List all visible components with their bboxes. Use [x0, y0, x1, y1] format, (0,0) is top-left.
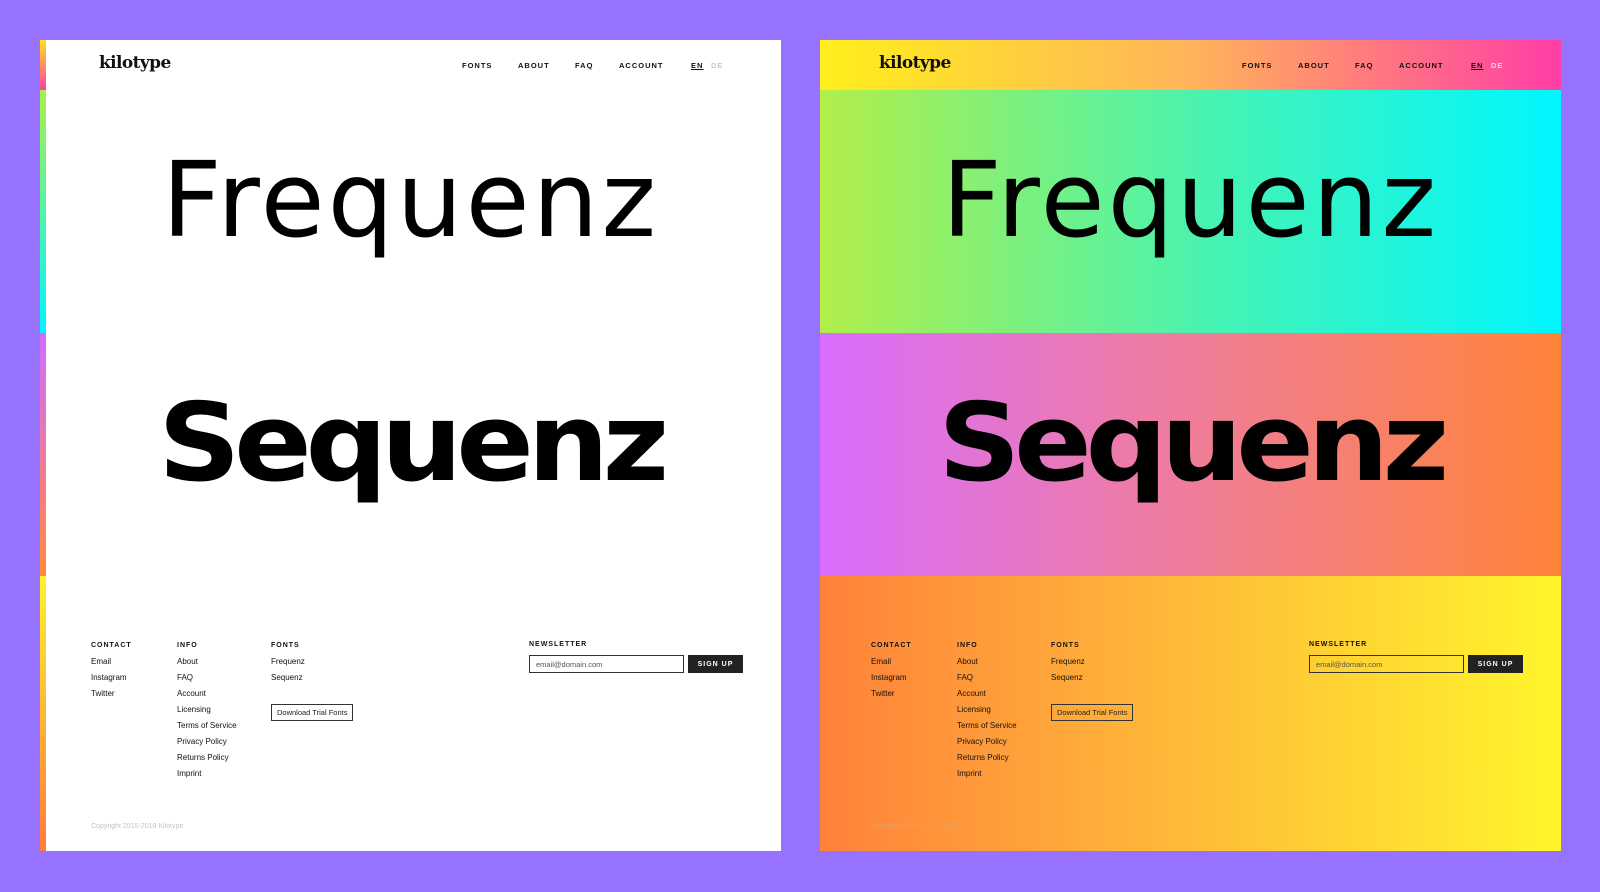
nav-fonts-link[interactable]: FONTS: [1242, 61, 1272, 70]
sequenz-specimen-text: Sequenz: [158, 381, 669, 506]
fonts-frequenz-link[interactable]: Frequenz: [1051, 657, 1085, 673]
frequenz-specimen-text: Frequenz: [161, 139, 660, 261]
info-terms-link[interactable]: Terms of Service: [957, 721, 1017, 737]
frequenz-specimen-text: Frequenz: [941, 139, 1440, 261]
nav-faq-link[interactable]: FAQ: [575, 61, 593, 70]
footer-fonts-column: FONTS Frequenz Sequenz: [1051, 642, 1085, 689]
font-specimen-frequenz[interactable]: Frequenz: [40, 90, 781, 333]
nav-fonts-link[interactable]: FONTS: [462, 61, 492, 70]
site-header: kilotype FONTS ABOUT FAQ ACCOUNT EN DE: [40, 40, 781, 90]
sequenz-specimen-text: Sequenz: [938, 381, 1449, 506]
info-terms-link[interactable]: Terms of Service: [177, 721, 237, 737]
info-faq-link[interactable]: FAQ: [957, 673, 1017, 689]
footer-info-column: INFO About FAQ Account Licensing Terms o…: [177, 642, 237, 785]
main-nav: FONTS ABOUT FAQ ACCOUNT EN DE: [40, 61, 781, 73]
font-specimen-sequenz[interactable]: Sequenz: [40, 333, 781, 576]
fonts-frequenz-link[interactable]: Frequenz: [271, 657, 305, 673]
contact-instagram-link[interactable]: Instagram: [91, 673, 132, 689]
newsletter-email-input[interactable]: [1309, 655, 1464, 673]
info-about-link[interactable]: About: [957, 657, 1017, 673]
info-returns-link[interactable]: Returns Policy: [957, 753, 1017, 769]
copyright-text: Copyright 2015-2018 Kilotype: [91, 823, 184, 830]
contact-heading: CONTACT: [871, 642, 912, 649]
nav-account-link[interactable]: ACCOUNT: [619, 61, 664, 70]
download-trial-fonts-button[interactable]: Download Trial Fonts: [1051, 704, 1134, 721]
main-nav: FONTS ABOUT FAQ ACCOUNT EN DE: [820, 61, 1561, 73]
info-returns-link[interactable]: Returns Policy: [177, 753, 237, 769]
info-licensing-link[interactable]: Licensing: [957, 705, 1017, 721]
info-privacy-link[interactable]: Privacy Policy: [957, 737, 1017, 753]
page-mockup-white: kilotype FONTS ABOUT FAQ ACCOUNT EN DE F…: [40, 40, 781, 851]
sign-up-button[interactable]: SIGN UP: [688, 655, 743, 673]
info-account-link[interactable]: Account: [177, 689, 237, 705]
fonts-heading: FONTS: [271, 642, 300, 649]
font-specimen-sequenz[interactable]: Sequenz: [820, 333, 1561, 576]
newsletter-heading: NEWSLETTER: [529, 641, 588, 648]
info-licensing-link[interactable]: Licensing: [177, 705, 237, 721]
site-header: kilotype FONTS ABOUT FAQ ACCOUNT EN DE: [820, 40, 1561, 90]
nav-about-link[interactable]: ABOUT: [518, 61, 550, 70]
footer-info-column: INFO About FAQ Account Licensing Terms o…: [957, 642, 1017, 785]
info-faq-link[interactable]: FAQ: [177, 673, 237, 689]
newsletter-form: NEWSLETTER SIGN UP: [1309, 641, 1523, 673]
footer-contact-column: CONTACT Email Instagram Twitter: [91, 642, 132, 705]
contact-heading: CONTACT: [91, 642, 132, 649]
footer-contact-column: CONTACT Email Instagram Twitter: [871, 642, 912, 705]
font-specimen-frequenz[interactable]: Frequenz: [820, 90, 1561, 333]
site-footer: CONTACT Email Instagram Twitter INFO Abo…: [820, 576, 1561, 851]
site-footer: CONTACT Email Instagram Twitter INFO Abo…: [40, 576, 781, 851]
newsletter-form: NEWSLETTER SIGN UP: [529, 641, 743, 673]
contact-twitter-link[interactable]: Twitter: [91, 689, 132, 705]
info-heading: INFO: [957, 642, 978, 649]
contact-twitter-link[interactable]: Twitter: [871, 689, 912, 705]
sign-up-button[interactable]: SIGN UP: [1468, 655, 1523, 673]
lang-de-link[interactable]: DE: [1491, 61, 1503, 70]
nav-faq-link[interactable]: FAQ: [1355, 61, 1373, 70]
contact-instagram-link[interactable]: Instagram: [871, 673, 912, 689]
info-heading: INFO: [177, 642, 198, 649]
lang-en-link[interactable]: EN: [691, 61, 703, 70]
nav-about-link[interactable]: ABOUT: [1298, 61, 1330, 70]
fonts-heading: FONTS: [1051, 642, 1080, 649]
info-imprint-link[interactable]: Imprint: [957, 769, 1017, 785]
newsletter-email-input[interactable]: [529, 655, 684, 673]
lang-de-link[interactable]: DE: [711, 61, 723, 70]
fonts-sequenz-link[interactable]: Sequenz: [1051, 673, 1085, 689]
fonts-sequenz-link[interactable]: Sequenz: [271, 673, 305, 689]
info-about-link[interactable]: About: [177, 657, 237, 673]
info-privacy-link[interactable]: Privacy Policy: [177, 737, 237, 753]
footer-fonts-column: FONTS Frequenz Sequenz: [271, 642, 305, 689]
copyright-text: Copyright 2015-2018 Kilotype: [871, 823, 964, 830]
contact-email-link[interactable]: Email: [871, 657, 912, 673]
newsletter-heading: NEWSLETTER: [1309, 641, 1368, 648]
nav-account-link[interactable]: ACCOUNT: [1399, 61, 1444, 70]
canvas: { "background_color": "#9672FF", "logo":…: [0, 0, 1600, 892]
page-mockup-gradient: kilotype FONTS ABOUT FAQ ACCOUNT EN DE F…: [820, 40, 1561, 851]
lang-en-link[interactable]: EN: [1471, 61, 1483, 70]
download-trial-fonts-button[interactable]: Download Trial Fonts: [271, 704, 354, 721]
info-account-link[interactable]: Account: [957, 689, 1017, 705]
contact-email-link[interactable]: Email: [91, 657, 132, 673]
info-imprint-link[interactable]: Imprint: [177, 769, 237, 785]
